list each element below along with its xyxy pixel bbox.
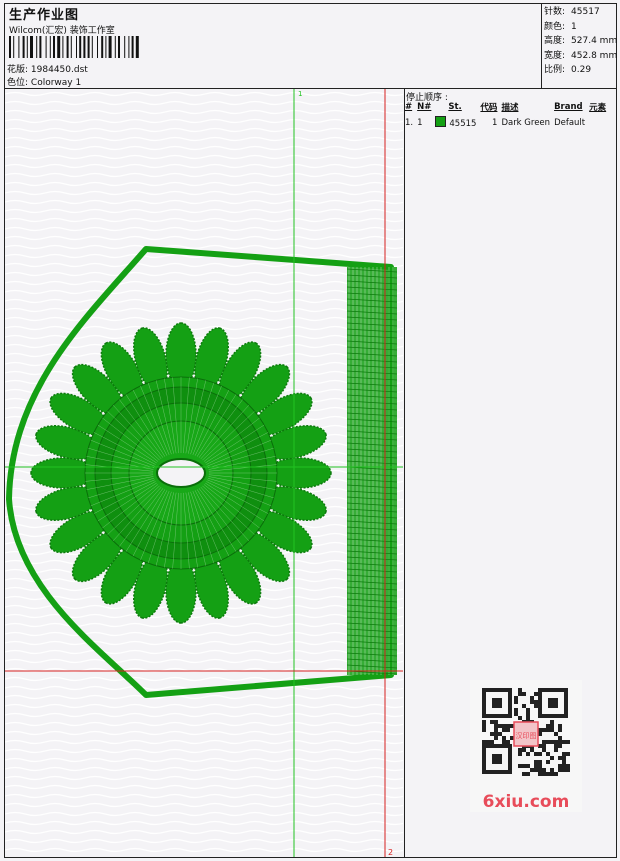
panel-divider	[404, 88, 405, 858]
color-swatch	[435, 116, 447, 127]
design-preview: 1 2	[5, 89, 403, 857]
barcode	[9, 36, 139, 58]
flower-center	[156, 458, 206, 488]
colorway: 色位: Colorway 1	[7, 78, 82, 88]
stats-divider	[541, 3, 542, 88]
stat-colors: 颜色: 1	[544, 21, 577, 32]
stat-width: 宽度: 452.8 mm	[544, 50, 618, 61]
satin-band	[346, 267, 398, 675]
stat-scale: 比例: 0.29	[544, 65, 592, 76]
guide-marker-bottom: 2	[388, 848, 393, 857]
svg-text:汉印图: 汉印图	[516, 732, 537, 740]
table-row: 1. 1 45515 1 Dark Green Default	[405, 116, 586, 129]
company-name: Wilcom(汇宏) 装饰工作室	[9, 26, 115, 36]
stat-height: 高度: 527.4 mm	[544, 36, 618, 47]
guide-marker-top: 1	[298, 90, 302, 98]
design-file: 花版: 1984450.dst	[7, 65, 88, 75]
watermark: 汉印图 6xiu.com	[470, 680, 582, 812]
flower-motif	[30, 322, 332, 624]
design-stats: 针数: 45517 颜色: 1 高度: 527.4 mm 宽度: 452.8 mm 比例…	[544, 5, 617, 78]
table-header: # N# St. 代码 描述 Brand 元素	[405, 102, 607, 113]
page-title: 生产作业图	[9, 8, 80, 23]
stop-sequence-table: # N# St. 代码 描述 Brand 元素 1. 1 45515 1 Dar…	[404, 101, 609, 129]
watermark-text: 6xiu.com	[483, 792, 570, 812]
stat-stitches: 针数: 45517	[544, 7, 600, 17]
